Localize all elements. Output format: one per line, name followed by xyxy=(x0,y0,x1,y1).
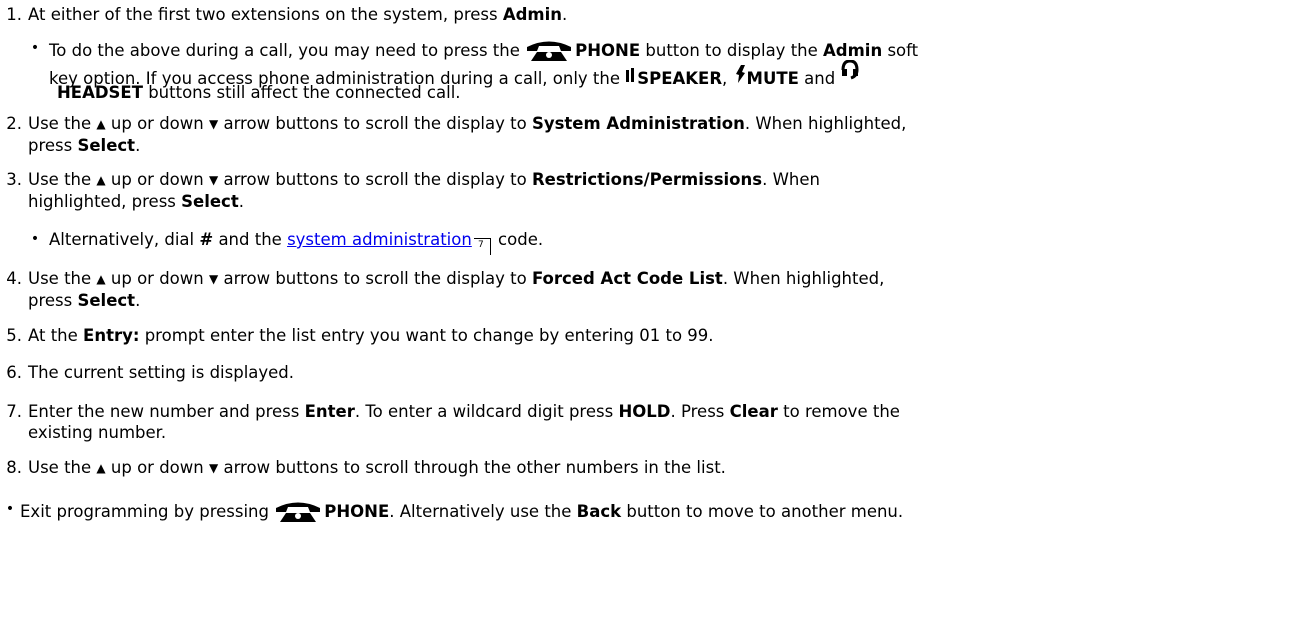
step-2: 2. Use the ▲ up or down ▼ arrow buttons … xyxy=(0,113,1282,157)
select-label: Select xyxy=(77,291,136,310)
note-text: Alternatively, dial # and the system adm… xyxy=(49,229,1279,255)
phone-label: PHONE xyxy=(575,41,641,60)
instructions-document: 1. At either of the first two extensions… xyxy=(0,0,1290,627)
select-label: Select xyxy=(181,192,239,211)
note-text: To do the above during a call, you may n… xyxy=(49,38,1279,104)
bullet: • xyxy=(30,231,40,247)
step-number: 8. xyxy=(6,458,22,477)
step-3-note: • Alternatively, dial # and the system a… xyxy=(25,229,1280,255)
down-arrow-icon: ▼ xyxy=(208,117,219,131)
cross-reference-icon[interactable]: 7 xyxy=(473,238,491,255)
step-text: Use the ▲ up or down ▼ arrow buttons to … xyxy=(28,269,885,310)
down-arrow-icon: ▼ xyxy=(208,173,219,187)
step-number: 5. xyxy=(6,326,22,345)
down-arrow-icon: ▼ xyxy=(208,461,219,475)
step-number: 2. xyxy=(6,114,22,133)
admin-label: Admin xyxy=(823,41,883,60)
up-arrow-icon: ▲ xyxy=(96,117,106,131)
select-label: Select xyxy=(77,136,136,155)
speaker-label: SPEAKER xyxy=(637,69,723,88)
step-1-note: • To do the above during a call, you may… xyxy=(25,38,1280,108)
step-text: At either of the first two extensions on… xyxy=(28,5,568,24)
step-7: 7. Enter the new number and press Enter.… xyxy=(0,401,1282,445)
back-label: Back xyxy=(576,502,622,521)
bullet: • xyxy=(5,501,15,517)
up-arrow-icon: ▲ xyxy=(96,461,106,475)
step-number: 1. xyxy=(6,5,22,24)
mute-label: MUTE xyxy=(746,69,799,88)
step-number: 3. xyxy=(6,170,22,189)
step-5: 5. At the Entry: prompt enter the list e… xyxy=(0,325,1282,347)
step-text: Use the ▲ up or down ▼ arrow buttons to … xyxy=(28,170,820,211)
headset-icon xyxy=(840,59,860,89)
step-number: 4. xyxy=(6,269,22,288)
step-text: Enter the new number and press Enter. To… xyxy=(28,402,900,442)
bullet: • xyxy=(30,40,40,56)
step-1: 1. At either of the first two extensions… xyxy=(0,4,1282,26)
exit-instruction: • Exit programming by pressing PHONE. Al… xyxy=(0,499,1282,527)
exit-text: Exit programming by pressing PHONE. Alte… xyxy=(20,499,1270,528)
headset-label: HEADSET xyxy=(57,83,143,102)
step-8: 8. Use the ▲ up or down ▼ arrow buttons … xyxy=(0,457,1282,479)
mute-icon xyxy=(733,64,747,89)
up-arrow-icon: ▲ xyxy=(96,272,106,286)
step-number: 7. xyxy=(6,402,22,421)
admin-label: Admin xyxy=(502,5,563,24)
step-text: Use the ▲ up or down ▼ arrow buttons to … xyxy=(28,458,726,477)
step-6: 6. The current setting is displayed. xyxy=(0,362,1282,384)
step-text: At the Entry: prompt enter the list entr… xyxy=(28,326,714,345)
up-arrow-icon: ▲ xyxy=(96,173,106,187)
step-4: 4. Use the ▲ up or down ▼ arrow buttons … xyxy=(0,268,1282,312)
speaker-icon xyxy=(625,66,637,89)
step-text: Use the ▲ up or down ▼ arrow buttons to … xyxy=(28,114,907,155)
step-3: 3. Use the ▲ up or down ▼ arrow buttons … xyxy=(0,169,1282,213)
step-text: The current setting is displayed. xyxy=(28,363,295,382)
phone-label: PHONE xyxy=(324,502,390,521)
down-arrow-icon: ▼ xyxy=(208,272,219,286)
system-administration-link[interactable]: system administration xyxy=(287,230,472,249)
step-number: 6. xyxy=(6,363,22,382)
phone-icon xyxy=(274,499,322,528)
